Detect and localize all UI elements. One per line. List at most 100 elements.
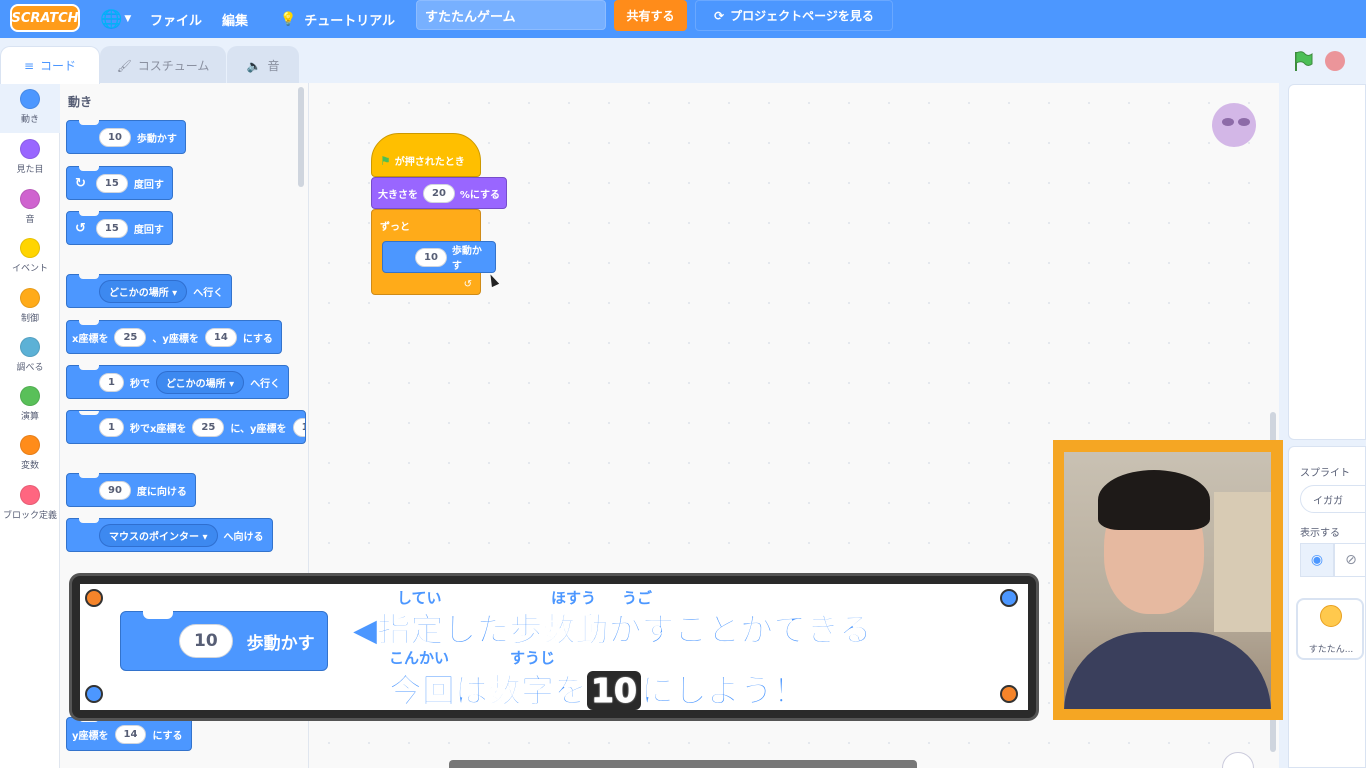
category-label: 動き bbox=[20, 115, 39, 125]
glide-block[interactable]: 1 秒で どこかの場所 ▾ へ行く bbox=[66, 365, 290, 399]
move-steps-block[interactable]: 10 歩動かす bbox=[66, 120, 186, 154]
category-looks[interactable]: 見た目 bbox=[0, 139, 60, 175]
x-input[interactable]: 25 bbox=[192, 417, 225, 437]
block-text: %にする bbox=[459, 189, 501, 201]
category-label: 見た目 bbox=[16, 165, 44, 175]
motion-dot-icon bbox=[20, 89, 40, 109]
sprite-thumbnail[interactable]: すたたん... bbox=[1296, 598, 1364, 660]
point-direction-block[interactable]: 90 度に向ける bbox=[66, 473, 196, 507]
screw-icon bbox=[1000, 589, 1018, 607]
set-y-block[interactable]: y座標を 14 にする bbox=[66, 717, 192, 751]
sensing-dot-icon bbox=[20, 337, 40, 357]
variables-dot-icon bbox=[20, 435, 40, 455]
size-input[interactable]: 20 bbox=[422, 183, 455, 203]
x-input[interactable]: 25 bbox=[114, 327, 147, 347]
category-control[interactable]: 制御 bbox=[0, 288, 60, 324]
events-dot-icon bbox=[20, 238, 40, 258]
point-towards-block[interactable]: マウスのポインター ▾ へ向ける bbox=[66, 518, 273, 552]
block-text: 秒でx座標を bbox=[129, 423, 187, 435]
tab-sounds[interactable]: 🔈 音 bbox=[227, 46, 299, 84]
lightbulb-icon: 💡 bbox=[280, 11, 297, 27]
tab-costumes[interactable]: 🖌 コスチューム bbox=[100, 46, 226, 84]
goto-dropdown[interactable]: どこかの場所 ▾ bbox=[99, 279, 188, 303]
sprite-name-input[interactable]: イガガ bbox=[1300, 485, 1366, 513]
category-menu: 動き 見た目 音 イベント 制御 調べる 演算 変数 ブロック定義 bbox=[0, 83, 60, 768]
degrees-input[interactable]: 15 bbox=[95, 218, 128, 238]
block-text: へ行く bbox=[250, 378, 281, 390]
globe-icon: 🌐 bbox=[100, 8, 123, 30]
glide-dropdown[interactable]: どこかの場所 ▾ bbox=[155, 370, 245, 394]
when-flag-clicked-block[interactable]: ⚑ が押されたとき bbox=[371, 133, 481, 177]
block-text: 歩動かす bbox=[451, 246, 482, 272]
goto-xy-block[interactable]: x座標を 25 、y座標を 14 にする bbox=[66, 320, 282, 354]
video-progress-bar[interactable] bbox=[449, 760, 917, 768]
presenter-video bbox=[1064, 452, 1271, 709]
eye-icon: ◉ bbox=[1310, 552, 1324, 568]
category-label: イベント bbox=[11, 264, 48, 274]
category-variables[interactable]: 変数 bbox=[0, 435, 60, 471]
hide-sprite-button[interactable]: ⊘ bbox=[1334, 543, 1366, 577]
y-input[interactable]: 14 bbox=[114, 724, 147, 744]
y-input[interactable]: 1 bbox=[292, 417, 305, 437]
dropdown-value: どこかの場所 bbox=[109, 287, 169, 299]
category-label: 音 bbox=[25, 215, 35, 225]
goto-block[interactable]: どこかの場所 ▾ へ行く bbox=[66, 274, 233, 308]
caption-line-2-a: 今回は数字を bbox=[389, 671, 588, 711]
turn-left-block[interactable]: ↺ 15 度回す bbox=[66, 211, 173, 245]
green-flag-icon[interactable] bbox=[1292, 50, 1314, 72]
presenter-hair bbox=[1098, 470, 1210, 530]
project-page-button[interactable]: ⟳ プロジェクトページを見る bbox=[695, 0, 893, 31]
category-label: 調べる bbox=[16, 363, 44, 373]
seconds-input[interactable]: 1 bbox=[99, 417, 124, 437]
caption-line-1: ◀指定した歩数動かすことができる bbox=[352, 610, 873, 650]
file-menu[interactable]: ファイル bbox=[150, 0, 202, 38]
direction-input[interactable]: 90 bbox=[99, 480, 131, 500]
bookshelf bbox=[1214, 492, 1271, 632]
block-text: ずっと bbox=[380, 222, 410, 233]
turn-right-block[interactable]: ↻ 15 度回す bbox=[66, 166, 173, 200]
category-operators[interactable]: 演算 bbox=[0, 386, 60, 422]
tab-code[interactable]: ≡ コード bbox=[0, 46, 100, 84]
chevron-down-icon: ▼ bbox=[124, 14, 132, 24]
move-steps-block-script[interactable]: 10 歩動かす bbox=[382, 241, 496, 273]
language-menu[interactable]: 🌐 ▼ bbox=[100, 5, 136, 33]
steps-input[interactable]: 10 bbox=[99, 127, 131, 147]
seconds-input[interactable]: 1 bbox=[99, 372, 124, 392]
brush-icon: 🖌 bbox=[116, 58, 132, 73]
block-text: 歩動かす bbox=[136, 133, 177, 145]
block-text: へ行く bbox=[193, 287, 224, 299]
block-text: x座標を bbox=[72, 333, 109, 345]
scratch-logo[interactable]: SCRATCH bbox=[10, 4, 80, 32]
dropdown-value: どこかの場所 bbox=[165, 378, 226, 390]
category-motion[interactable]: 動き bbox=[0, 83, 60, 133]
code-icon: ≡ bbox=[23, 58, 35, 73]
category-my-blocks[interactable]: ブロック定義 bbox=[0, 485, 60, 521]
category-events[interactable]: イベント bbox=[0, 238, 60, 274]
palette-scrollbar[interactable] bbox=[298, 87, 304, 187]
edit-menu[interactable]: 編集 bbox=[222, 0, 248, 38]
block-text: 度回す bbox=[133, 179, 164, 191]
glide-xy-block[interactable]: 1 秒でx座標を 25 に、y座標を 1 bbox=[66, 410, 306, 444]
towards-dropdown[interactable]: マウスのポインター ▾ bbox=[99, 523, 218, 547]
stage[interactable] bbox=[1288, 84, 1366, 440]
tutorials-label: チュートリアル bbox=[304, 13, 396, 29]
stop-icon[interactable] bbox=[1325, 51, 1345, 71]
category-sensing[interactable]: 調べる bbox=[0, 337, 60, 373]
project-title-input[interactable]: すたたんゲーム bbox=[416, 0, 606, 30]
looks-dot-icon bbox=[20, 139, 40, 159]
ghost-eyes bbox=[1222, 118, 1250, 128]
palette-title: 動き bbox=[68, 95, 93, 109]
degrees-input[interactable]: 15 bbox=[95, 173, 128, 193]
screw-icon bbox=[1000, 685, 1018, 703]
share-button[interactable]: 共有する bbox=[614, 0, 687, 31]
category-label: ブロック定義 bbox=[2, 511, 57, 521]
y-input[interactable]: 14 bbox=[204, 327, 237, 347]
category-label: 変数 bbox=[20, 461, 39, 471]
project-page-label: プロジェクトページを見る bbox=[730, 9, 874, 23]
sprite-thumb-label: すたたん... bbox=[1308, 645, 1354, 655]
tutorials-menu[interactable]: 💡 チュートリアル bbox=[280, 0, 395, 38]
category-sound[interactable]: 音 bbox=[0, 189, 60, 225]
set-size-block[interactable]: 大きさを 20 %にする bbox=[371, 177, 507, 209]
steps-input[interactable]: 10 bbox=[415, 247, 447, 267]
show-sprite-button[interactable]: ◉ bbox=[1300, 543, 1334, 577]
